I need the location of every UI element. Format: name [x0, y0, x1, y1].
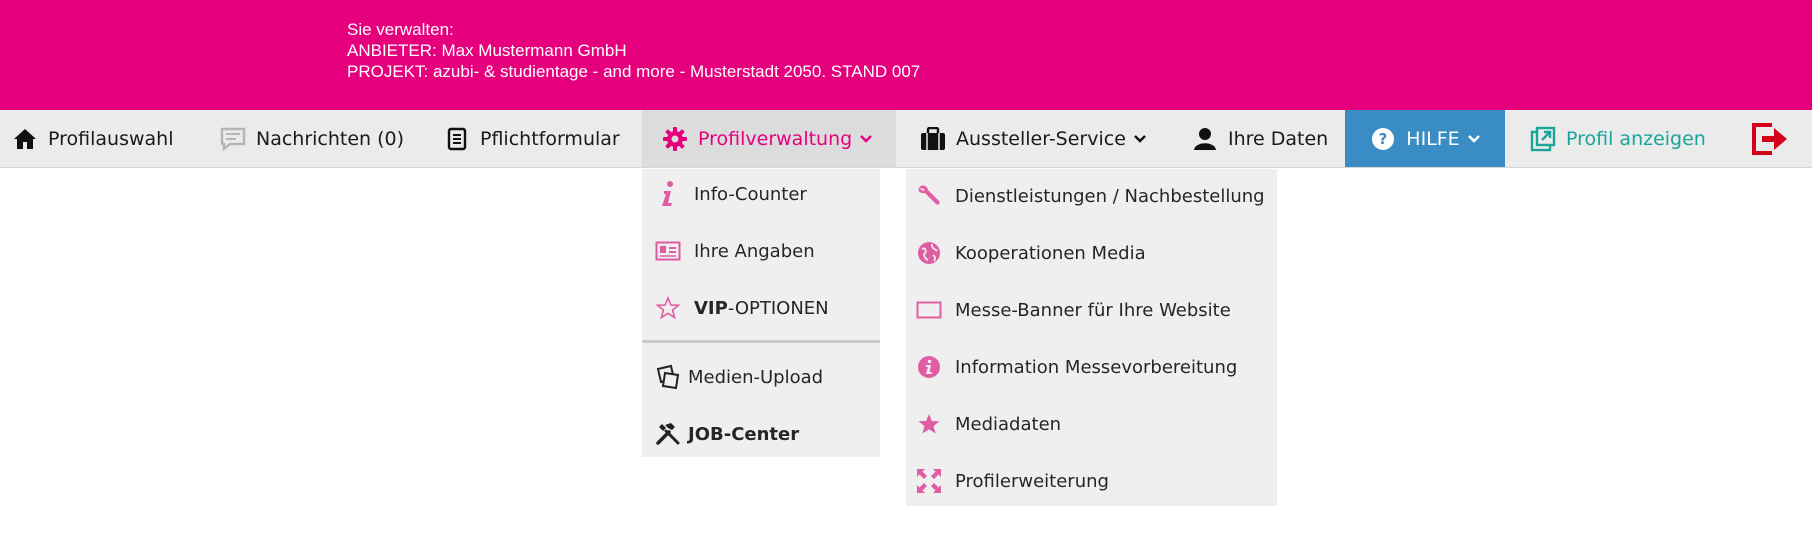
menu-label: Mediadaten: [955, 413, 1062, 435]
nav-ihre-daten[interactable]: Ihre Daten: [1192, 110, 1342, 167]
menu-item-job-center[interactable]: JOB-Center: [642, 414, 799, 454]
nav-label: Ihre Daten: [1228, 127, 1329, 150]
nav-label: Nachrichten (0): [256, 127, 405, 150]
gear-icon: [662, 126, 688, 152]
id-card-icon: [654, 237, 682, 265]
menu-label: Medien-Upload: [688, 366, 824, 388]
nav-aussteller-service[interactable]: Aussteller-Service: [902, 110, 1146, 167]
nav-profil-anzeigen[interactable]: Profil anzeigen: [1530, 110, 1710, 167]
managing-label: Sie verwalten:: [347, 20, 454, 39]
menu-divider: [642, 340, 880, 343]
message-icon: [220, 126, 246, 152]
briefcase-icon: [920, 126, 946, 152]
banner-icon: [915, 296, 943, 324]
nav-label: Pflichtformular: [480, 127, 620, 150]
menu-item-kooperationen-media[interactable]: Kooperationen Media: [906, 233, 1146, 273]
chevron-down-icon: [860, 134, 873, 143]
provider-line: ANBIETER: Max Mustermann GmbH: [347, 41, 627, 60]
nav-label: Aussteller-Service: [956, 127, 1126, 150]
menu-label: Profilerweiterung: [955, 470, 1109, 492]
menu-label: VIP-OPTIONEN: [694, 298, 829, 319]
menu-item-profilerweiterung[interactable]: Profilerweiterung: [906, 461, 1109, 501]
expand-icon: [915, 467, 943, 495]
menu-item-mediadaten[interactable]: Mediadaten: [906, 404, 1061, 444]
nav-label: Profilverwaltung: [698, 127, 853, 150]
star-icon: [915, 410, 943, 438]
vip-bold-text: VIP: [694, 297, 728, 319]
main-navbar: Profilauswahl Nachrichten (0) Pflichtfor…: [0, 110, 1812, 168]
help-icon: ?: [1370, 126, 1396, 152]
info-italic-icon: [654, 180, 682, 208]
menu-item-medien-upload[interactable]: Medien-Upload: [642, 357, 823, 397]
logout-button[interactable]: [1748, 110, 1792, 167]
info-circle-icon: [915, 353, 943, 381]
nav-hilfe[interactable]: ? HILFE: [1345, 110, 1505, 167]
wrench-icon: [915, 182, 943, 210]
nav-pflichtformular[interactable]: Pflichtformular: [444, 110, 634, 167]
top-banner: Sie verwalten: ANBIETER: Max Mustermann …: [0, 0, 1812, 110]
menu-item-vip-optionen[interactable]: VIP-OPTIONEN: [642, 288, 829, 328]
globe-icon: [915, 239, 943, 267]
logout-icon: [1750, 119, 1790, 159]
media-upload-icon: [654, 363, 682, 391]
menu-label: Messe-Banner für Ihre Website: [955, 299, 1231, 321]
profilverwaltung-dropdown: Info-Counter Ihre Angaben VIP-OPTIONEN M…: [642, 169, 880, 457]
svg-text:?: ?: [1379, 130, 1388, 148]
tools-icon: [654, 420, 682, 448]
nav-profilauswahl[interactable]: Profilauswahl: [12, 110, 192, 167]
menu-label: JOB-Center: [688, 423, 800, 445]
menu-item-info-counter[interactable]: Info-Counter: [642, 174, 807, 214]
menu-label: Ihre Angaben: [694, 240, 815, 262]
menu-item-information-messevorbereitung[interactable]: Information Messevorbereitung: [906, 347, 1237, 387]
home-icon: [12, 126, 38, 152]
menu-label: Info-Counter: [694, 183, 807, 205]
nav-label: Profil anzeigen: [1566, 127, 1706, 150]
nav-label: HILFE: [1406, 127, 1460, 150]
document-icon: [444, 126, 470, 152]
menu-label: Kooperationen Media: [955, 242, 1146, 264]
menu-item-ihre-angaben[interactable]: Ihre Angaben: [642, 231, 815, 271]
menu-item-messe-banner[interactable]: Messe-Banner für Ihre Website: [906, 290, 1231, 330]
menu-item-dienstleistungen[interactable]: Dienstleistungen / Nachbestellung: [906, 176, 1265, 216]
nav-label: Profilauswahl: [48, 127, 174, 150]
star-outline-icon: [654, 294, 682, 322]
external-link-icon: [1530, 126, 1556, 152]
nav-nachrichten[interactable]: Nachrichten (0): [220, 110, 410, 167]
chevron-down-icon: [1134, 134, 1146, 143]
aussteller-service-dropdown: Dienstleistungen / Nachbestellung Kooper…: [906, 169, 1277, 506]
managing-info: Sie verwalten: ANBIETER: Max Mustermann …: [347, 19, 920, 82]
menu-label: Information Messevorbereitung: [955, 356, 1238, 378]
chevron-down-icon: [1467, 134, 1480, 143]
menu-label: Dienstleistungen / Nachbestellung: [955, 185, 1265, 207]
user-icon: [1192, 126, 1218, 152]
nav-profilverwaltung[interactable]: Profilverwaltung: [642, 110, 896, 167]
vip-rest-text: -OPTIONEN: [727, 297, 829, 319]
project-line: PROJEKT: azubi- & studientage - and more…: [347, 62, 921, 81]
